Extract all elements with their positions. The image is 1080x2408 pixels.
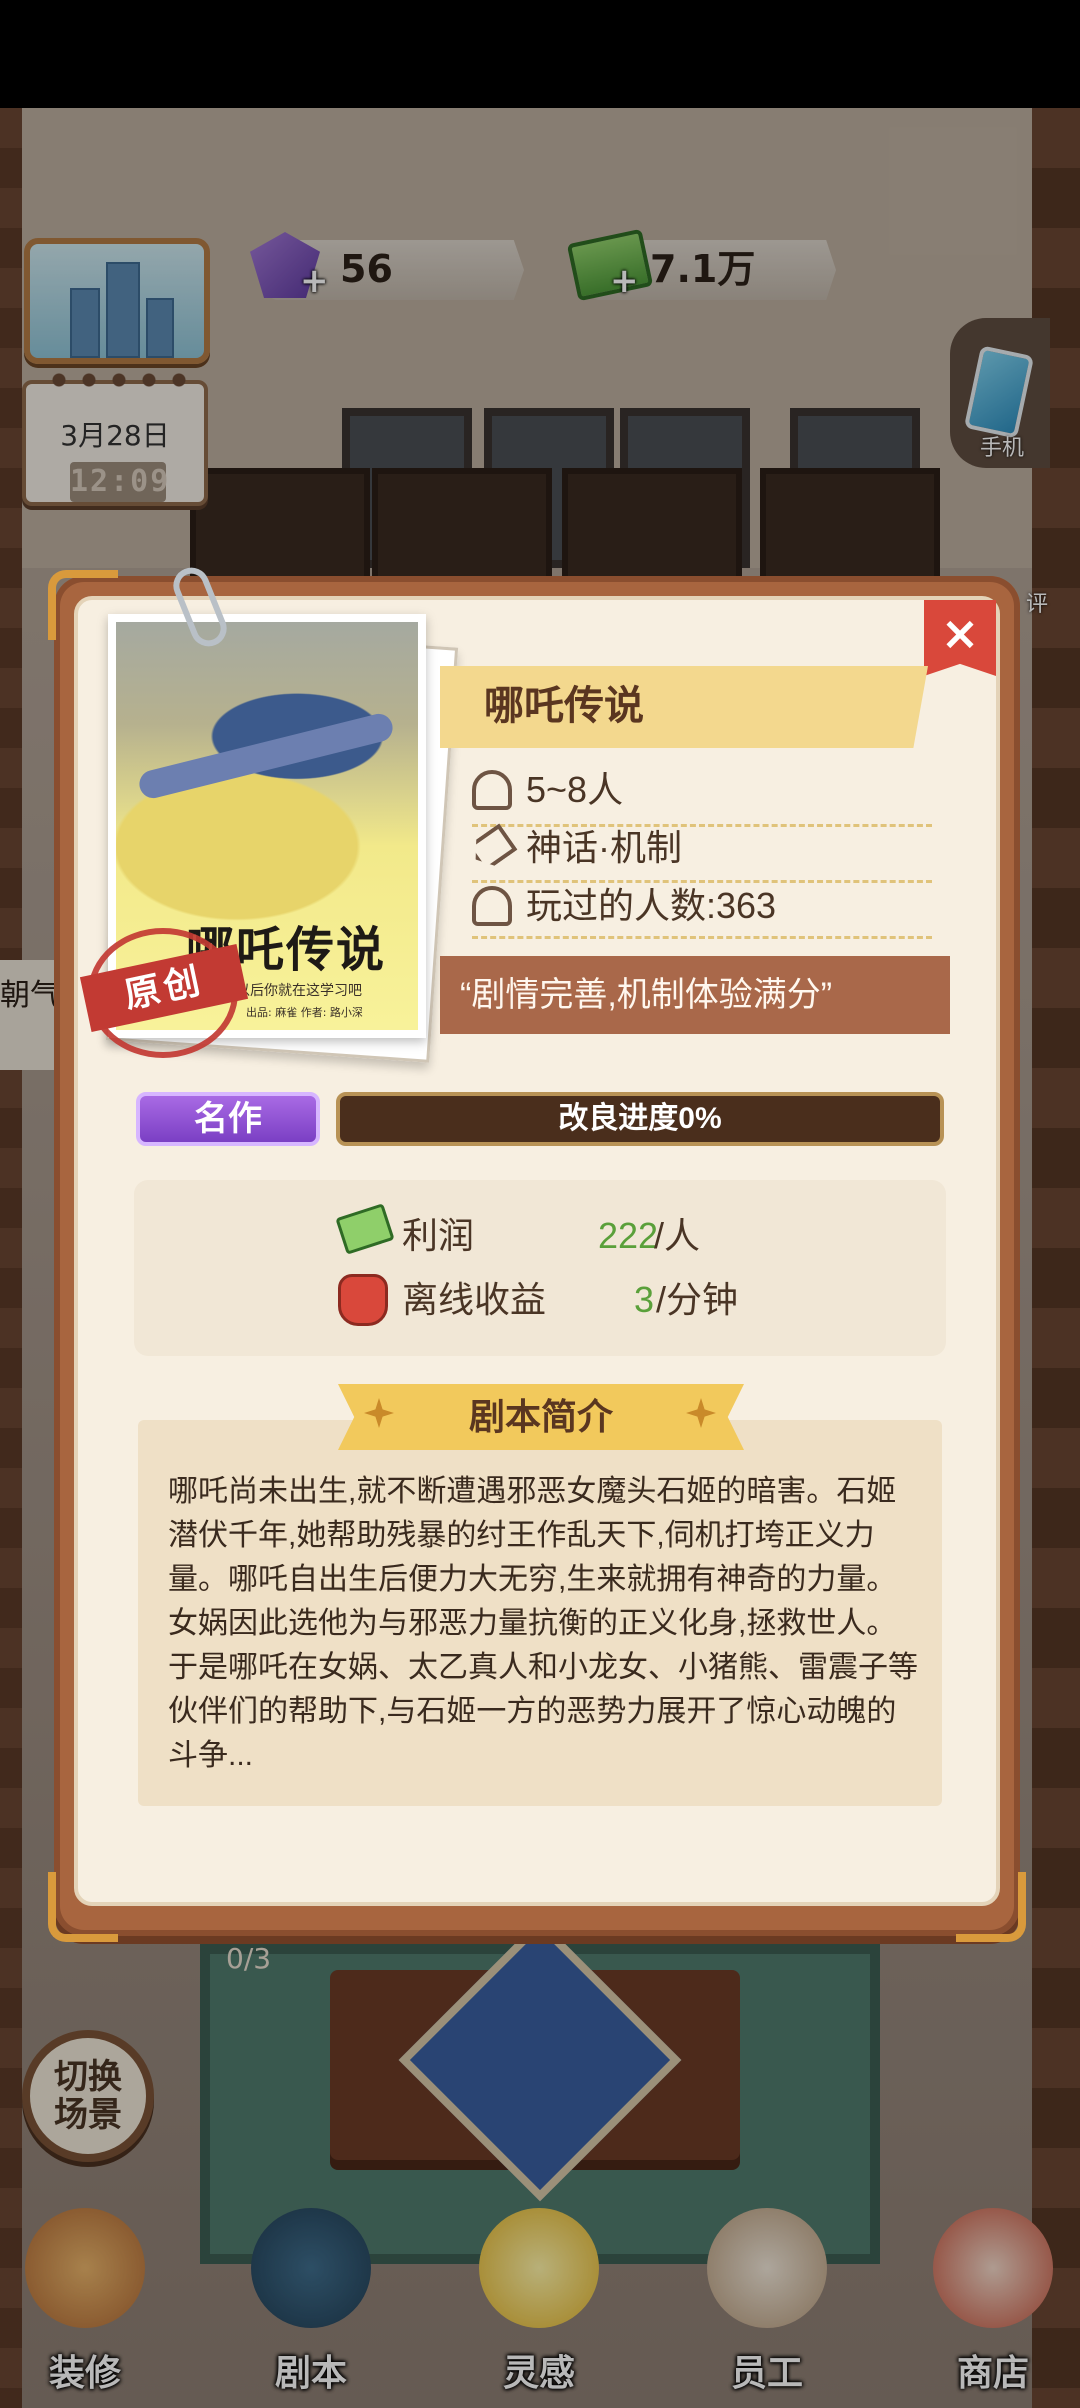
genre-value: 神话·机制	[526, 827, 682, 868]
earnings-panel	[134, 1180, 946, 1356]
play-count-value: 玩过的人数:363	[526, 885, 777, 926]
cover-credits: 出品: 麻雀 作者: 路小深	[246, 1006, 363, 1019]
group-icon	[472, 886, 512, 926]
play-count-row: 玩过的人数:363	[472, 880, 776, 932]
improve-progress-label: 改良进度0%	[558, 1102, 722, 1135]
offline-label: 离线收益	[402, 1279, 547, 1320]
tag-icon	[466, 823, 517, 872]
players-value: 5~8人	[526, 769, 624, 810]
cover-subtitle: 以后你就在这学习吧	[236, 983, 362, 999]
profit-label: 利润	[402, 1215, 475, 1256]
person-icon	[472, 770, 512, 810]
frame-corner	[48, 1872, 118, 1942]
review-text: “剧情完善,机制体验满分”	[460, 976, 833, 1014]
masterpiece-badge: 名作	[136, 1092, 320, 1146]
profit-unit: /人	[654, 1215, 701, 1256]
profit-value: 222	[598, 1215, 659, 1256]
frame-corner	[956, 1872, 1026, 1942]
synopsis-title: 剧本简介	[468, 1396, 613, 1437]
synopsis-text: 哪吒尚未出生,就不断遭遇邪恶女魔头石姬的暗害。石姬潜伏千年,她帮助残暴的纣王作乱…	[168, 1475, 918, 1772]
players-row: 5~8人	[472, 764, 623, 816]
genre-row: 神话·机制	[472, 822, 682, 874]
offline-value: 3	[634, 1279, 655, 1320]
offline-unit: /分钟	[656, 1279, 739, 1320]
improve-progress-bar: 改良进度0%	[336, 1092, 944, 1146]
divider	[472, 936, 932, 939]
script-title: 哪吒传说	[484, 684, 644, 728]
red-envelope-icon	[338, 1274, 388, 1326]
